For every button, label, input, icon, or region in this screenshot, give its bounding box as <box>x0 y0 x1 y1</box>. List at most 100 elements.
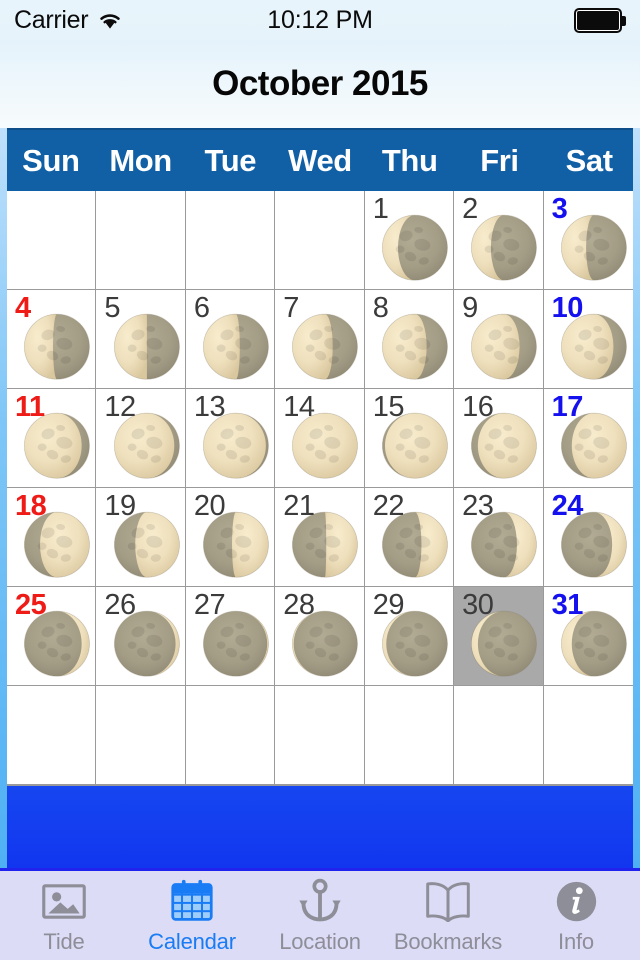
calendar-day-cell[interactable]: 13 <box>185 389 276 488</box>
day-number: 27 <box>193 589 226 621</box>
tab-label: Bookmarks <box>393 929 503 954</box>
day-number: 20 <box>193 490 226 522</box>
calendar-day-cell[interactable]: 28 <box>275 587 365 686</box>
calendar-day-cell[interactable]: 10 <box>543 290 633 389</box>
calendar-day-cell[interactable]: 23 <box>454 488 544 587</box>
tab-info[interactable]: Info <box>512 871 640 960</box>
day-number: 18 <box>15 490 47 522</box>
calendar-day-cell[interactable]: 22 <box>364 488 455 587</box>
calendar-empty-cell <box>454 686 544 785</box>
day-number: 19 <box>104 490 136 522</box>
calendar-day-cell[interactable]: 12 <box>96 389 186 488</box>
calendar-day-cell[interactable]: 21 <box>275 488 365 587</box>
day-number: 15 <box>372 391 405 423</box>
calendar-empty-cell <box>96 191 186 290</box>
calendar-day-cell[interactable]: 30 <box>454 587 544 686</box>
moon-phase-icon <box>288 310 362 384</box>
calendar-day-cell[interactable]: 5 <box>96 290 186 389</box>
calendar-day-cell[interactable]: 11 <box>7 389 97 488</box>
calendar-empty-cell <box>7 686 97 785</box>
tab-location[interactable]: Location <box>256 871 384 960</box>
calendar-container: Sun Mon Tue Wed Thu Fri Sat 1 2 3 4 5 6 7 8 9 10 11 12 13 1… <box>0 128 640 868</box>
calendar-day-cell[interactable]: 26 <box>96 587 186 686</box>
day-number: 26 <box>104 589 136 621</box>
day-number: 31 <box>551 589 584 621</box>
calendar-day-cell[interactable]: 15 <box>364 389 455 488</box>
day-header-thu: Thu <box>381 142 438 178</box>
day-number: 11 <box>15 391 45 423</box>
calendar-day-cell[interactable]: 19 <box>96 488 186 587</box>
day-number: 13 <box>193 391 226 423</box>
calendar-day-cell[interactable]: 4 <box>7 290 97 389</box>
day-number: 5 <box>104 292 121 324</box>
status-bar: Carrier 10:12 PM <box>0 0 640 40</box>
moon-phase-icon <box>378 211 452 285</box>
title-bar: October 2015 <box>0 40 640 128</box>
calendar-empty-cell <box>185 191 276 290</box>
day-number: 12 <box>104 391 136 423</box>
calendar-empty-cell <box>275 191 365 290</box>
moon-phase-icon <box>378 310 452 384</box>
day-number: 7 <box>283 292 299 324</box>
tab-bookmarks[interactable]: Bookmarks <box>384 871 512 960</box>
info-circle-icon <box>554 876 599 926</box>
tab-label: Tide <box>43 929 85 954</box>
calendar-day-cell[interactable]: 6 <box>185 290 276 389</box>
moon-phase-icon <box>110 310 184 384</box>
status-bar-right <box>574 7 626 33</box>
tab-calendar[interactable]: Calendar <box>128 871 256 960</box>
calendar-day-cell[interactable]: 24 <box>543 488 633 587</box>
calendar-day-cell[interactable]: 1 <box>364 191 455 290</box>
calendar-day-cell[interactable]: 7 <box>275 290 365 389</box>
app-root: Carrier 10:12 PM October 2015 Sun Mon Tue W… <box>0 0 640 960</box>
day-header-wed: Wed <box>288 142 352 178</box>
calendar-day-cell[interactable]: 27 <box>185 587 276 686</box>
calendar-day-cell[interactable]: 20 <box>185 488 276 587</box>
day-header-mon: Mon <box>109 142 172 178</box>
calendar-day-cell[interactable]: 25 <box>7 587 97 686</box>
calendar-day-cell[interactable]: 31 <box>543 587 633 686</box>
day-number: 30 <box>462 589 494 621</box>
calendar-day-cell[interactable]: 29 <box>364 587 455 686</box>
day-number: 6 <box>193 292 210 324</box>
calendar-empty-cell <box>543 686 633 785</box>
day-header-fri: Fri <box>480 142 519 178</box>
tab-label: Info <box>558 929 594 954</box>
calendar-day-cell[interactable]: 18 <box>7 488 97 587</box>
calendar-day-cell[interactable]: 16 <box>454 389 544 488</box>
photo-image-icon <box>41 876 87 926</box>
calendar-empty-cell <box>185 686 276 785</box>
calendar-empty-cell <box>275 686 365 785</box>
status-bar-clock: 10:12 PM <box>267 5 373 34</box>
battery-full-icon <box>574 7 626 33</box>
moon-phase-icon <box>467 310 541 384</box>
day-number: 9 <box>462 292 478 324</box>
moon-phase-icon <box>467 211 541 285</box>
day-header-tue: Tue <box>204 142 257 178</box>
calendar-day-cell[interactable]: 2 <box>454 191 544 290</box>
calendar-day-cell[interactable]: 14 <box>275 389 365 488</box>
day-number: 23 <box>462 490 494 522</box>
day-number: 21 <box>283 490 315 522</box>
day-number: 25 <box>15 589 47 621</box>
day-number: 10 <box>551 292 584 324</box>
day-header-sun: Sun <box>22 142 80 178</box>
day-number: 8 <box>372 292 389 324</box>
calendar-day-cell[interactable]: 8 <box>364 290 455 389</box>
moon-phase-icon <box>199 310 273 384</box>
day-number: 2 <box>462 193 478 225</box>
moon-phase-icon <box>557 211 631 285</box>
day-of-week-header: Sun Mon Tue Wed Thu Fri Sat <box>6 128 634 191</box>
day-number: 28 <box>283 589 315 621</box>
calendar-empty-cell <box>96 686 186 785</box>
day-number: 16 <box>462 391 494 423</box>
calendar-day-cell[interactable]: 3 <box>543 191 633 290</box>
day-number: 14 <box>283 391 315 423</box>
tab-bar: Tide Calendar Location Bookmarks Info <box>0 868 640 960</box>
day-number: 22 <box>372 490 405 522</box>
calendar-day-cell[interactable]: 9 <box>454 290 544 389</box>
calendar-empty-cell <box>7 191 97 290</box>
calendar-icon <box>169 876 215 926</box>
calendar-day-cell[interactable]: 17 <box>543 389 633 488</box>
tab-tide[interactable]: Tide <box>0 871 128 960</box>
